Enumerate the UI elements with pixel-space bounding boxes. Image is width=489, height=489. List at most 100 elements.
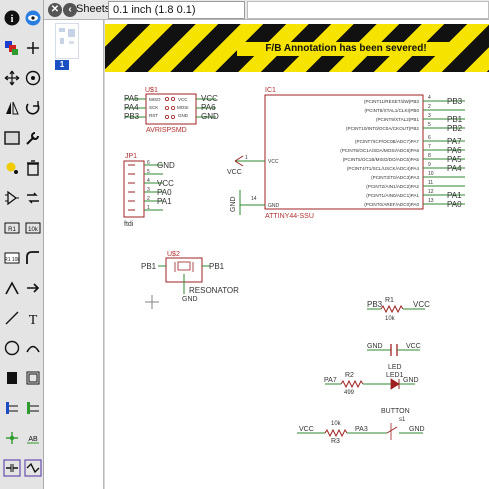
ic1-gnd-pin-number: 14 [251,196,257,202]
u1-name: AVRISPSMD [146,127,187,134]
add-icon[interactable] [2,188,22,208]
ic1-pin-name: (PCINT6/OC1A/SDA/MOSI/ADC6)PA6 [340,148,419,153]
r1-symbol [380,304,404,314]
component-c1[interactable]: GND VCC [367,343,421,356]
component-u1[interactable]: U$1 PA5 PA4 PB3 MISO SCK RST VCC MOSI GN… [124,87,219,134]
grid-size-field[interactable]: 0.1 inch (1.8 0.1) [108,1,245,19]
net-icon[interactable] [23,398,43,418]
ic1-vcc-net: VCC [227,169,242,176]
split-icon[interactable] [2,278,22,298]
junction-icon[interactable] [2,428,22,448]
svg-text:T: T [29,313,38,327]
replace-icon[interactable] [23,188,43,208]
sheet-thumbnail[interactable] [55,23,79,59]
u1-pin-name-mosi: MOSI [177,105,189,110]
copy-icon[interactable] [23,68,43,88]
show-icon[interactable] [23,8,43,28]
bus-icon[interactable] [2,398,22,418]
component-button-r3[interactable]: BUTTON s1 VCC 10k R3 PA3 GND [297,408,425,445]
wire-icon[interactable] [2,308,22,328]
svg-text:R1: R1 [8,227,16,233]
paste-icon[interactable] [2,158,22,178]
ic1-net-label: PA5 [447,155,462,164]
u1-right-net-2: GND [201,112,219,121]
close-icon[interactable]: ✕ [48,3,62,17]
c1-left-net: GND [367,343,383,350]
ic1-pin-number: 2 [428,104,431,110]
mark-icon[interactable] [23,38,43,58]
u2-ref: U$2 [167,251,180,258]
sheet-number-badge[interactable]: 1 [55,60,69,70]
u1-ref: U$1 [145,87,158,94]
ic1-pin-number: 7 [428,144,431,150]
rotate-icon[interactable] [23,98,43,118]
component-ic1[interactable]: IC1 (PCINT11/RESET/dW)PB3 4 PB3 (PCINT8/XTA… [227,87,465,220]
ic1-pin-number: 12 [428,189,434,195]
u2-gnd-net: GND [182,296,198,303]
jp1-pin-number: 2 [147,196,150,202]
schematic-canvas[interactable]: F/B Annotation has been severed! U$1 PA5… [105,20,489,489]
ic1-pin-number: 5 [428,122,431,128]
rect-icon[interactable] [2,368,22,388]
ic1-pin-name: (PCINT10/INT0/OC0A/CKOUT)PB2 [346,126,419,131]
display-layers-icon[interactable] [2,38,22,58]
text-icon[interactable]: T [23,308,43,328]
button-name: s1 [399,417,406,423]
command-toolbar: i R1 10k R1 10k T AB [0,0,44,489]
miter-icon[interactable] [23,248,43,268]
svg-text:R1 10k: R1 10k [4,257,20,263]
ic1-pin-name: (PCINT3/T0/ADC3)PA3 [371,175,419,180]
jp1-pin-number: 6 [147,160,150,166]
label-icon[interactable]: AB [23,428,43,448]
button-left-net: PA3 [355,426,368,433]
change-icon[interactable] [23,128,43,148]
r2-ref: R2 [345,372,354,379]
jp1-net-label: VCC [157,179,174,188]
top-toolbar: ✕ ‹ Sheets 0.1 inch (1.8 0.1) [44,0,489,20]
info-icon[interactable]: i [2,8,22,28]
r2-value: 499 [344,390,355,396]
jp1-pin-number: 4 [147,178,150,184]
jp1-net-label: GND [157,161,175,170]
led1-right-net: GND [403,377,419,384]
ic1-net-label: PA1 [447,191,462,200]
move-icon[interactable] [2,68,22,88]
delete-icon[interactable] [23,158,43,178]
ic1-pin-name: (PCINT9/XTAL2)PB1 [376,117,420,122]
component-r2-led1[interactable]: PA7 R2 499 LED LED1 GND [324,364,419,396]
sheets-label: Sheets [76,3,111,15]
ic1-gnd-net: GND [230,196,237,212]
mirror-icon[interactable] [2,98,22,118]
component-u2[interactable]: U$2 PB1 PB1 RESONATOR GND [141,251,239,303]
polygon-icon[interactable] [23,368,43,388]
ic1-pin-name: (PCINT11/RESET/dW)PB3 [364,99,419,104]
ic1-name: ATTINY44-SSU [265,213,314,220]
value-icon[interactable]: 10k [23,218,43,238]
ic1-pin-rows: (PCINT11/RESET/dW)PB3 4 PB3 (PCINT8/XTAL1/C… [340,95,465,209]
command-input[interactable] [247,1,489,19]
u2-name: RESONATOR [189,286,239,295]
ic1-pin-name: (PCINT8/XTAL1/CLKI)PB0 [364,108,419,113]
sheets-panel: 1 [44,20,104,489]
u1-pin-name-rst: RST [149,113,158,118]
button-right-net: GND [409,426,425,433]
back-icon[interactable]: ‹ [63,3,77,17]
arc-icon[interactable] [23,338,43,358]
ic1-pin-number: 10 [428,171,434,177]
u1-pin-name-miso: MISO [149,97,161,102]
errors-icon[interactable] [23,458,43,478]
name-icon[interactable]: R1 [2,218,22,238]
component-jp1[interactable]: JP1 6 GND 5 4 VCC 3 PA0 2 PA1 1 ftdi [123,153,175,228]
u1-pin-name-sck: SCK [149,105,158,110]
r1-value: 10k [385,316,396,322]
invoke-icon[interactable] [23,278,43,298]
circle-icon[interactable] [2,338,22,358]
smash-icon[interactable]: R1 10k [2,248,22,268]
component-r1[interactable]: PB3 VCC R1 10k [367,297,430,322]
erc-icon[interactable] [2,458,22,478]
ic1-pin-number: 9 [428,162,431,168]
group-icon[interactable] [2,128,22,148]
ic1-vcc-pin-name: VCC [268,159,279,165]
ic1-net-label: PA7 [447,137,462,146]
r1-right-net: VCC [413,300,430,309]
